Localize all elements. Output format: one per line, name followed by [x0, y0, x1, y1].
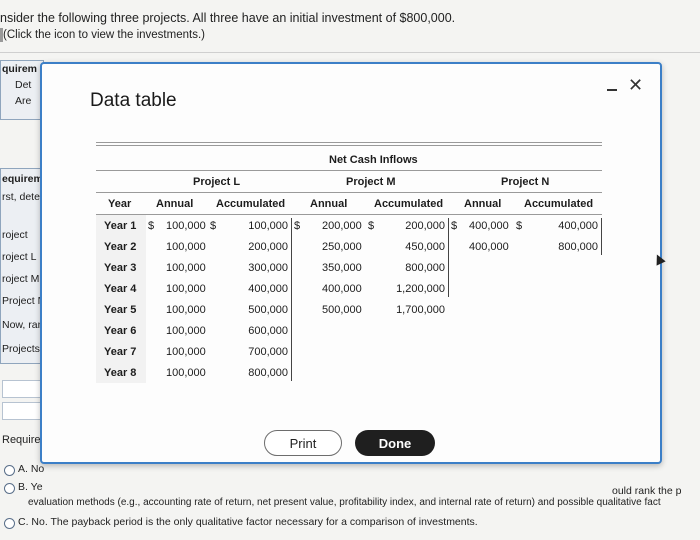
- project-l-annual: 100,000: [166, 283, 206, 295]
- project-n-accumulated: 400,000: [558, 220, 598, 232]
- answer-option-c: C. No. The payback period is the only qu…: [18, 516, 478, 528]
- group-header: Net Cash Inflows: [329, 154, 418, 166]
- project-m-accumulated: 800,000: [405, 262, 445, 274]
- table-border: [96, 142, 602, 143]
- currency-symbol: $: [148, 220, 155, 232]
- table-rule: [96, 214, 602, 215]
- answer-option-b-tail: ould rank the p: [612, 485, 682, 497]
- project-l-accumulated: 300,000: [248, 262, 288, 274]
- project-l-annual: 100,000: [166, 367, 206, 379]
- project-l-accumulated: 700,000: [248, 346, 288, 358]
- project-n-accumulated: 800,000: [558, 241, 598, 253]
- left-label: roject: [2, 229, 28, 241]
- left-label: rst, dete: [2, 191, 40, 203]
- currency-symbol: $: [451, 220, 458, 232]
- currency-symbol: $: [210, 220, 217, 232]
- currency-symbol: $: [368, 220, 375, 232]
- dialog-title: Data table: [90, 90, 177, 111]
- radio-option-a[interactable]: [4, 465, 15, 476]
- project-m-accumulated: 450,000: [405, 241, 445, 253]
- answer-option-b: B. Ye: [18, 481, 43, 493]
- divider: [0, 52, 700, 53]
- answer-input[interactable]: [2, 380, 44, 398]
- project-l-annual: 100,000: [166, 262, 206, 274]
- requirement-panel-mid: equirem rst, dete roject roject L roject…: [0, 168, 44, 364]
- answer-option-b-line2: evaluation methods (e.g., accounting rat…: [28, 497, 661, 508]
- project-l-accumulated: 600,000: [248, 325, 288, 337]
- close-icon[interactable]: ✕: [628, 76, 643, 94]
- project-l-annual: 100,000: [166, 304, 206, 316]
- column-header: Year: [108, 198, 132, 210]
- data-table-dialog: Data table ✕ Net Cash Inflows Project L …: [40, 62, 666, 464]
- year-label: Year 7: [104, 346, 137, 358]
- year-label: Year 6: [104, 325, 137, 337]
- project-n-annual: 400,000: [469, 220, 509, 232]
- question-text: nsider the following three projects. All…: [0, 11, 456, 25]
- project-l-annual: 100,000: [166, 241, 206, 253]
- column-header: Annual: [156, 198, 194, 210]
- project-l-accumulated: 800,000: [248, 367, 288, 379]
- project-m-annual: 250,000: [322, 241, 362, 253]
- left-label: equirem: [2, 173, 43, 185]
- project-m-accumulated: 1,700,000: [396, 304, 445, 316]
- left-label: roject L: [2, 251, 37, 263]
- table-border: [96, 145, 602, 146]
- column-header: Annual: [464, 198, 502, 210]
- radio-option-b[interactable]: [4, 483, 15, 494]
- project-l-annual: 100,000: [166, 325, 206, 337]
- project-m-accumulated: 200,000: [405, 220, 445, 232]
- requirement-panel-top: quirem Det Are: [0, 60, 44, 120]
- project-l-accumulated: 400,000: [248, 283, 288, 295]
- table-rule: [96, 192, 602, 193]
- column-header: Accumulated: [216, 198, 286, 210]
- project-l-annual: 100,000: [166, 220, 206, 232]
- year-label: Year 5: [104, 304, 137, 316]
- year-label: Year 3: [104, 262, 137, 274]
- table-rule: [96, 170, 602, 171]
- project-l-accumulated: 500,000: [248, 304, 288, 316]
- currency-symbol: $: [516, 220, 523, 232]
- project-header: Project N: [501, 176, 550, 188]
- minimize-icon[interactable]: [604, 80, 620, 96]
- year-label: Year 4: [104, 283, 137, 295]
- project-m-annual: 350,000: [322, 262, 362, 274]
- radio-option-c[interactable]: [4, 518, 15, 529]
- left-label: Now, rank: [2, 319, 43, 331]
- project-m-accumulated: 1,200,000: [396, 283, 445, 295]
- project-l-annual: 100,000: [166, 346, 206, 358]
- project-m-annual: 200,000: [322, 220, 362, 232]
- done-button[interactable]: Done: [355, 430, 435, 456]
- left-label: Projects: [2, 343, 40, 355]
- column-separator: [448, 218, 449, 297]
- currency-symbol: $: [294, 220, 301, 232]
- project-l-accumulated: 200,000: [248, 241, 288, 253]
- column-header: Annual: [310, 198, 348, 210]
- print-button[interactable]: Print: [264, 430, 342, 456]
- year-label: Year 1: [104, 220, 137, 232]
- project-n-annual: 400,000: [469, 241, 509, 253]
- column-separator: [291, 218, 292, 381]
- project-m-annual: 400,000: [322, 283, 362, 295]
- click-hint-link[interactable]: (Click the icon to view the investments.…: [3, 29, 205, 41]
- mouse-cursor-icon: [652, 252, 666, 266]
- project-header: Project L: [193, 176, 241, 188]
- left-label: quirem: [2, 63, 38, 75]
- column-separator: [601, 218, 602, 255]
- project-l-accumulated: 100,000: [248, 220, 288, 232]
- answer-input[interactable]: [2, 402, 44, 420]
- answer-option-a: A. No: [18, 463, 45, 475]
- left-label: Project N: [2, 295, 44, 307]
- net-cash-inflows-table: Net Cash Inflows Project L Project M Pro…: [96, 142, 602, 383]
- project-header: Project M: [346, 176, 396, 188]
- left-label: roject M: [2, 273, 40, 285]
- year-label: Year 8: [104, 367, 137, 379]
- column-header: Accumulated: [374, 198, 444, 210]
- left-label: Det: [15, 79, 32, 91]
- column-header: Accumulated: [524, 198, 594, 210]
- project-m-annual: 500,000: [322, 304, 362, 316]
- left-label: Are: [15, 95, 32, 107]
- year-label: Year 2: [104, 241, 137, 253]
